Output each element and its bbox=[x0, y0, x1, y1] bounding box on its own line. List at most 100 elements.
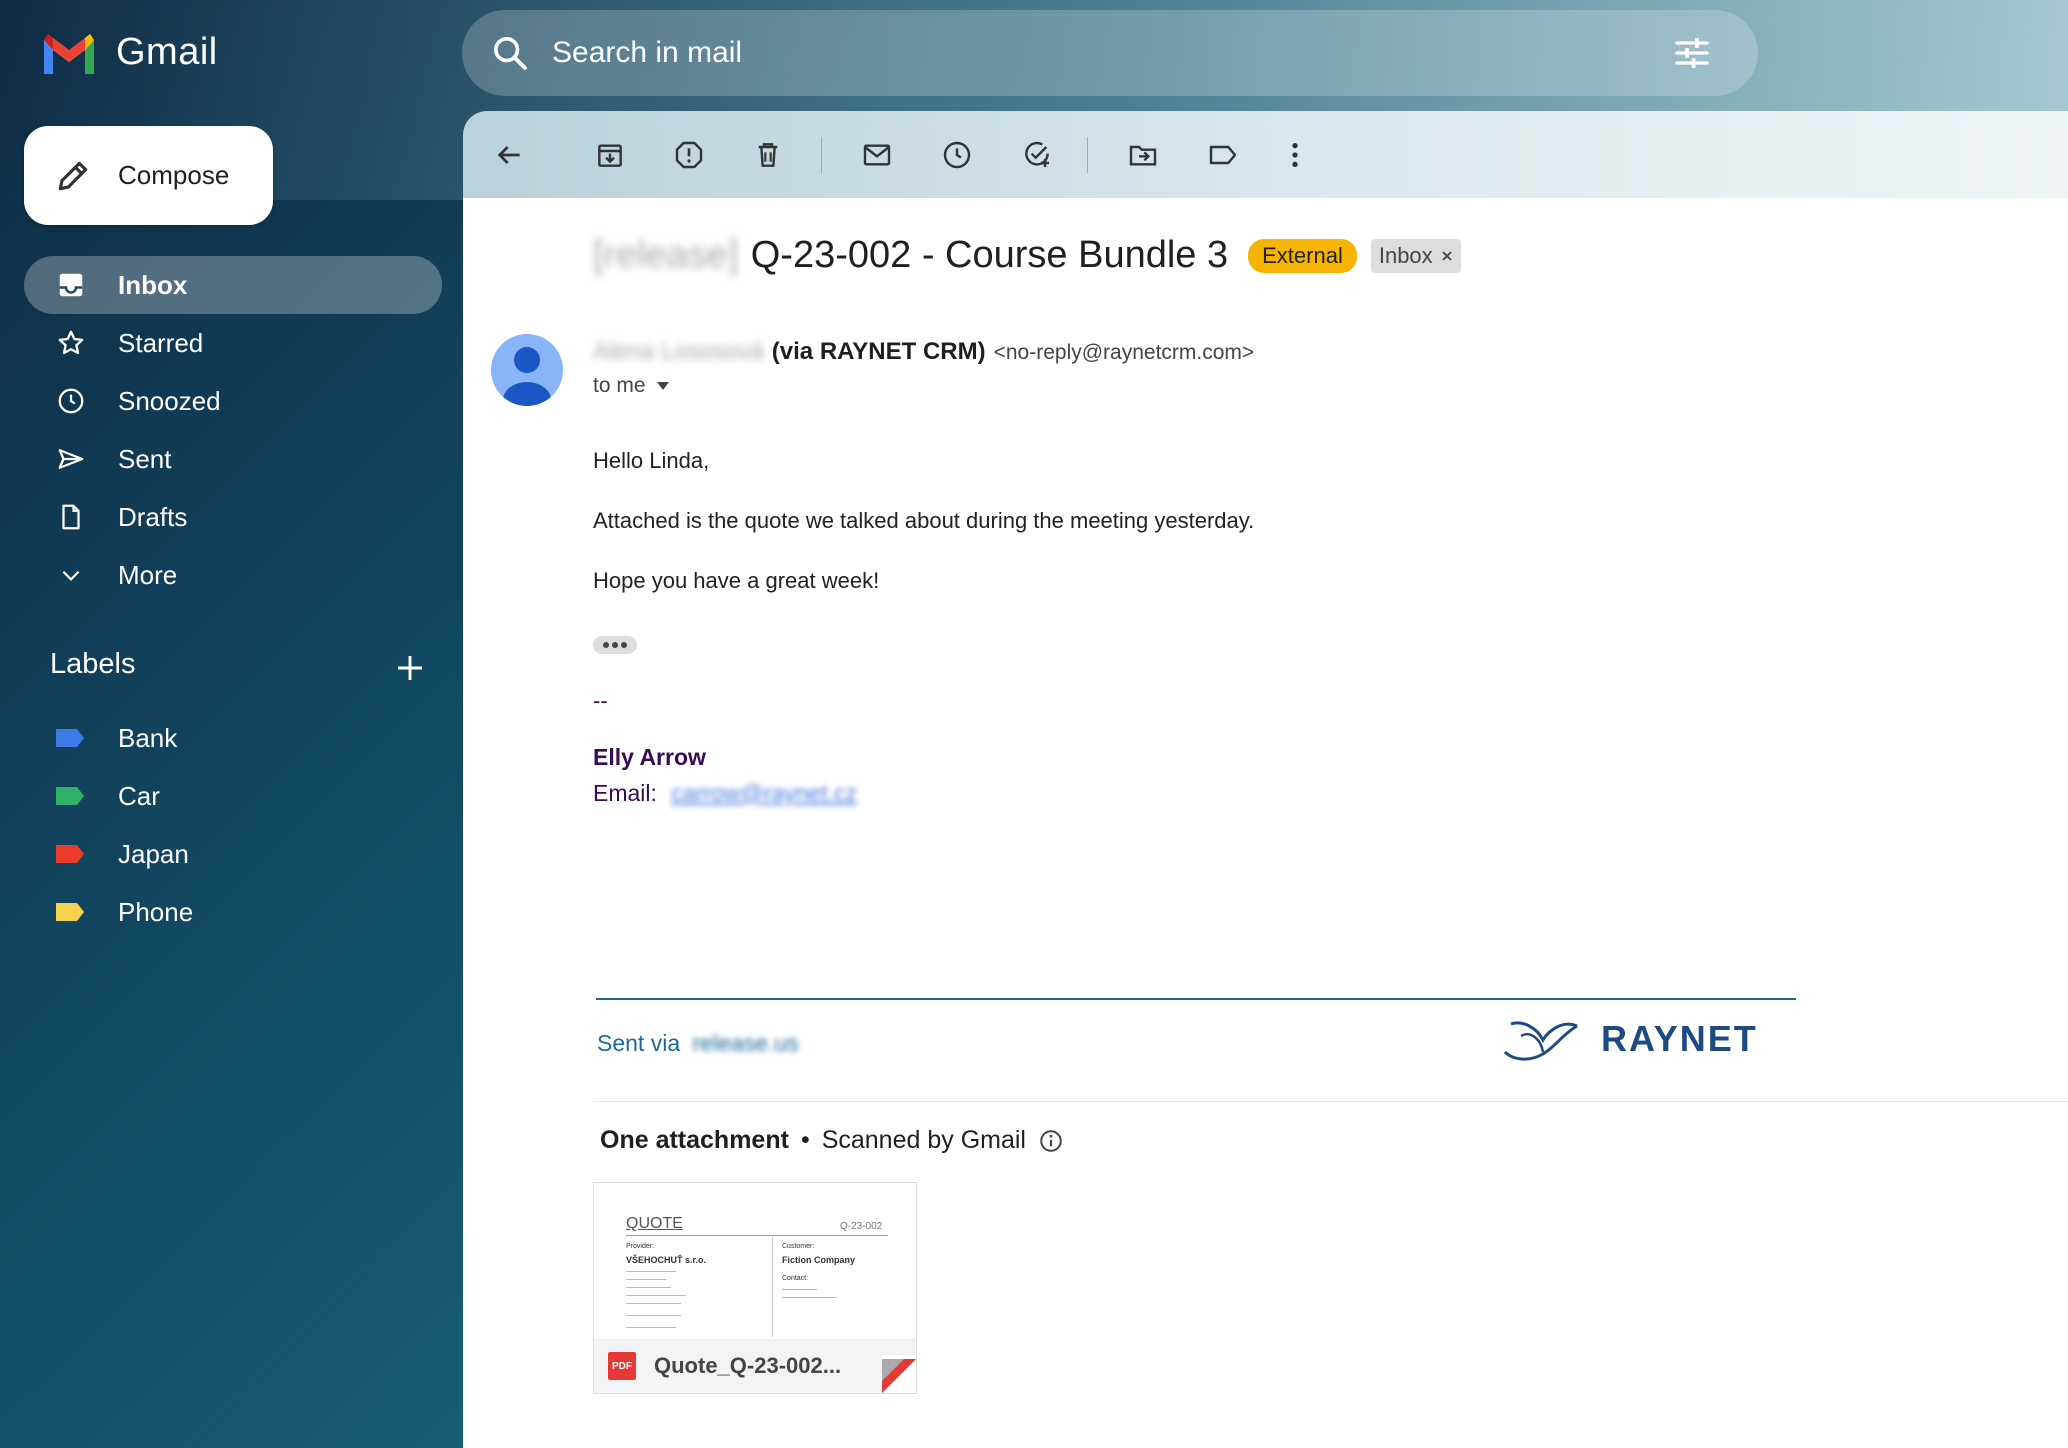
sidebar-item-inbox[interactable]: Inbox bbox=[24, 256, 442, 314]
quote-rule bbox=[626, 1235, 888, 1236]
gmail-m-icon bbox=[44, 34, 94, 74]
message-toolbar bbox=[463, 111, 2068, 198]
scanned-label: Scanned by Gmail bbox=[821, 1126, 1026, 1154]
label-item-car[interactable]: Car bbox=[24, 767, 442, 825]
compose-label: Compose bbox=[118, 160, 230, 190]
sidebar-nav: Inbox Starred Snoozed Sent Drafts More bbox=[24, 256, 442, 604]
compose-button[interactable]: Compose bbox=[24, 126, 273, 225]
search-options-icon[interactable] bbox=[1672, 33, 1712, 73]
signature-email-label: Email: bbox=[593, 780, 657, 806]
gmail-logo[interactable]: Gmail bbox=[40, 30, 218, 74]
labels-heading: Labels bbox=[50, 648, 136, 680]
sidebar-item-sent[interactable]: Sent bbox=[24, 430, 442, 488]
info-icon[interactable] bbox=[1038, 1128, 1064, 1154]
add-label-icon[interactable] bbox=[394, 652, 426, 684]
more-vert-icon bbox=[1292, 143, 1298, 167]
label-icon bbox=[1209, 145, 1237, 165]
quote-text-line bbox=[626, 1287, 671, 1288]
subject-prefix: [release] bbox=[593, 234, 739, 276]
quote-text-line bbox=[626, 1279, 666, 1280]
clock-icon bbox=[943, 141, 971, 169]
quote-text-line bbox=[626, 1295, 686, 1296]
inbox-label-text: Inbox bbox=[1378, 242, 1433, 268]
search-bar[interactable]: Search in mail bbox=[462, 10, 1758, 96]
caret-down-icon[interactable] bbox=[656, 381, 670, 391]
bullet-separator: • bbox=[800, 1126, 810, 1154]
label-list: Bank Car Japan Phone bbox=[24, 709, 442, 941]
report-icon bbox=[675, 141, 703, 169]
label-name: Car bbox=[118, 780, 160, 811]
sender-via: (via RAYNET CRM) bbox=[771, 338, 986, 365]
label-item-phone[interactable]: Phone bbox=[24, 883, 442, 941]
recipient-label: to me bbox=[593, 374, 646, 397]
inbox-icon bbox=[54, 268, 88, 302]
subject-line: [release] Q-23-002 - Course Bundle 3 Ext… bbox=[593, 234, 1461, 277]
move-to-button[interactable] bbox=[1123, 135, 1163, 175]
more-options-button[interactable] bbox=[1275, 135, 1315, 175]
attachment-preview: QUOTE Q-23-002 Provider: VŠEHOCHUŤ s.r.o… bbox=[594, 1183, 916, 1339]
quote-provider: VŠEHOCHUŤ s.r.o. bbox=[626, 1255, 707, 1265]
recipient-details[interactable]: to me bbox=[593, 374, 670, 398]
page-curl-icon bbox=[882, 1355, 916, 1393]
mark-unread-button[interactable] bbox=[857, 135, 897, 175]
sent-via: Sent via release.us bbox=[597, 1030, 799, 1057]
attachment-card[interactable]: QUOTE Q-23-002 Provider: VŠEHOCHUŤ s.r.o… bbox=[593, 1182, 917, 1394]
sidebar-item-label: Inbox bbox=[118, 269, 188, 300]
pdf-icon: PDF bbox=[608, 1352, 636, 1380]
label-item-bank[interactable]: Bank bbox=[24, 709, 442, 767]
quote-text-line bbox=[626, 1315, 681, 1316]
move-folder-icon bbox=[1129, 145, 1157, 166]
sent-via-link[interactable]: release.us bbox=[693, 1030, 799, 1056]
back-button[interactable] bbox=[489, 135, 529, 175]
subject-title: Q-23-002 - Course Bundle 3 bbox=[750, 234, 1229, 276]
label-name: Japan bbox=[118, 838, 189, 869]
mail-icon bbox=[863, 144, 891, 166]
label-name: Bank bbox=[118, 722, 178, 753]
quote-provider-label: Provider: bbox=[626, 1243, 655, 1250]
sender-name[interactable]: Alena Lososová bbox=[593, 338, 764, 366]
clock-icon bbox=[54, 384, 88, 418]
search-input[interactable]: Search in mail bbox=[552, 36, 1672, 70]
report-spam-button[interactable] bbox=[669, 135, 709, 175]
raynet-wordmark: RAYNET bbox=[1601, 1018, 1758, 1059]
person-icon bbox=[503, 347, 551, 406]
footer-divider bbox=[596, 998, 1796, 1000]
delete-button[interactable] bbox=[748, 135, 788, 175]
label-tag-icon bbox=[56, 845, 84, 863]
quote-text-line bbox=[626, 1327, 676, 1328]
snooze-button[interactable] bbox=[937, 135, 977, 175]
show-trimmed-content-button[interactable] bbox=[593, 636, 637, 654]
archive-button[interactable] bbox=[590, 135, 630, 175]
add-task-icon bbox=[1025, 141, 1049, 167]
sender-email: <no-reply@raynetcrm.com> bbox=[993, 341, 1255, 364]
raynet-bird-icon bbox=[1503, 1021, 1578, 1061]
quote-text-line bbox=[782, 1289, 817, 1290]
body-paragraph: Hope you have a great week! bbox=[593, 568, 880, 593]
labels-button[interactable] bbox=[1203, 135, 1243, 175]
sidebar-item-label: Sent bbox=[118, 443, 172, 474]
attachment-filename: Quote_Q-23-002... bbox=[654, 1353, 842, 1378]
app-name: Gmail bbox=[116, 30, 218, 73]
inbox-label-chip[interactable]: Inbox bbox=[1370, 238, 1461, 273]
message-view: [release] Q-23-002 - Course Bundle 3 Ext… bbox=[463, 198, 2068, 1448]
add-to-tasks-button[interactable] bbox=[1017, 135, 1057, 175]
raynet-logo[interactable]: RAYNET bbox=[1503, 1014, 1758, 1064]
sidebar-item-snoozed[interactable]: Snoozed bbox=[24, 372, 442, 430]
signature-separator: -- bbox=[593, 688, 608, 713]
send-icon bbox=[54, 442, 88, 476]
external-badge: External bbox=[1248, 238, 1357, 273]
avatar[interactable] bbox=[491, 334, 563, 406]
archive-icon bbox=[598, 144, 622, 167]
close-icon[interactable] bbox=[1441, 250, 1453, 262]
search-icon[interactable] bbox=[490, 33, 530, 73]
sidebar-item-more[interactable]: More bbox=[24, 546, 442, 604]
sidebar-item-label: More bbox=[118, 559, 178, 590]
sidebar-item-starred[interactable]: Starred bbox=[24, 314, 442, 372]
body-paragraph: Hello Linda, bbox=[593, 448, 710, 473]
attachments-header: One attachment • Scanned by Gmail bbox=[600, 1126, 1064, 1155]
attachments-divider bbox=[593, 1101, 2068, 1102]
toolbar-divider bbox=[821, 137, 822, 173]
label-item-japan[interactable]: Japan bbox=[24, 825, 442, 883]
sidebar-item-drafts[interactable]: Drafts bbox=[24, 488, 442, 546]
signature-email-link[interactable]: carrow@raynet.cz bbox=[671, 780, 857, 806]
